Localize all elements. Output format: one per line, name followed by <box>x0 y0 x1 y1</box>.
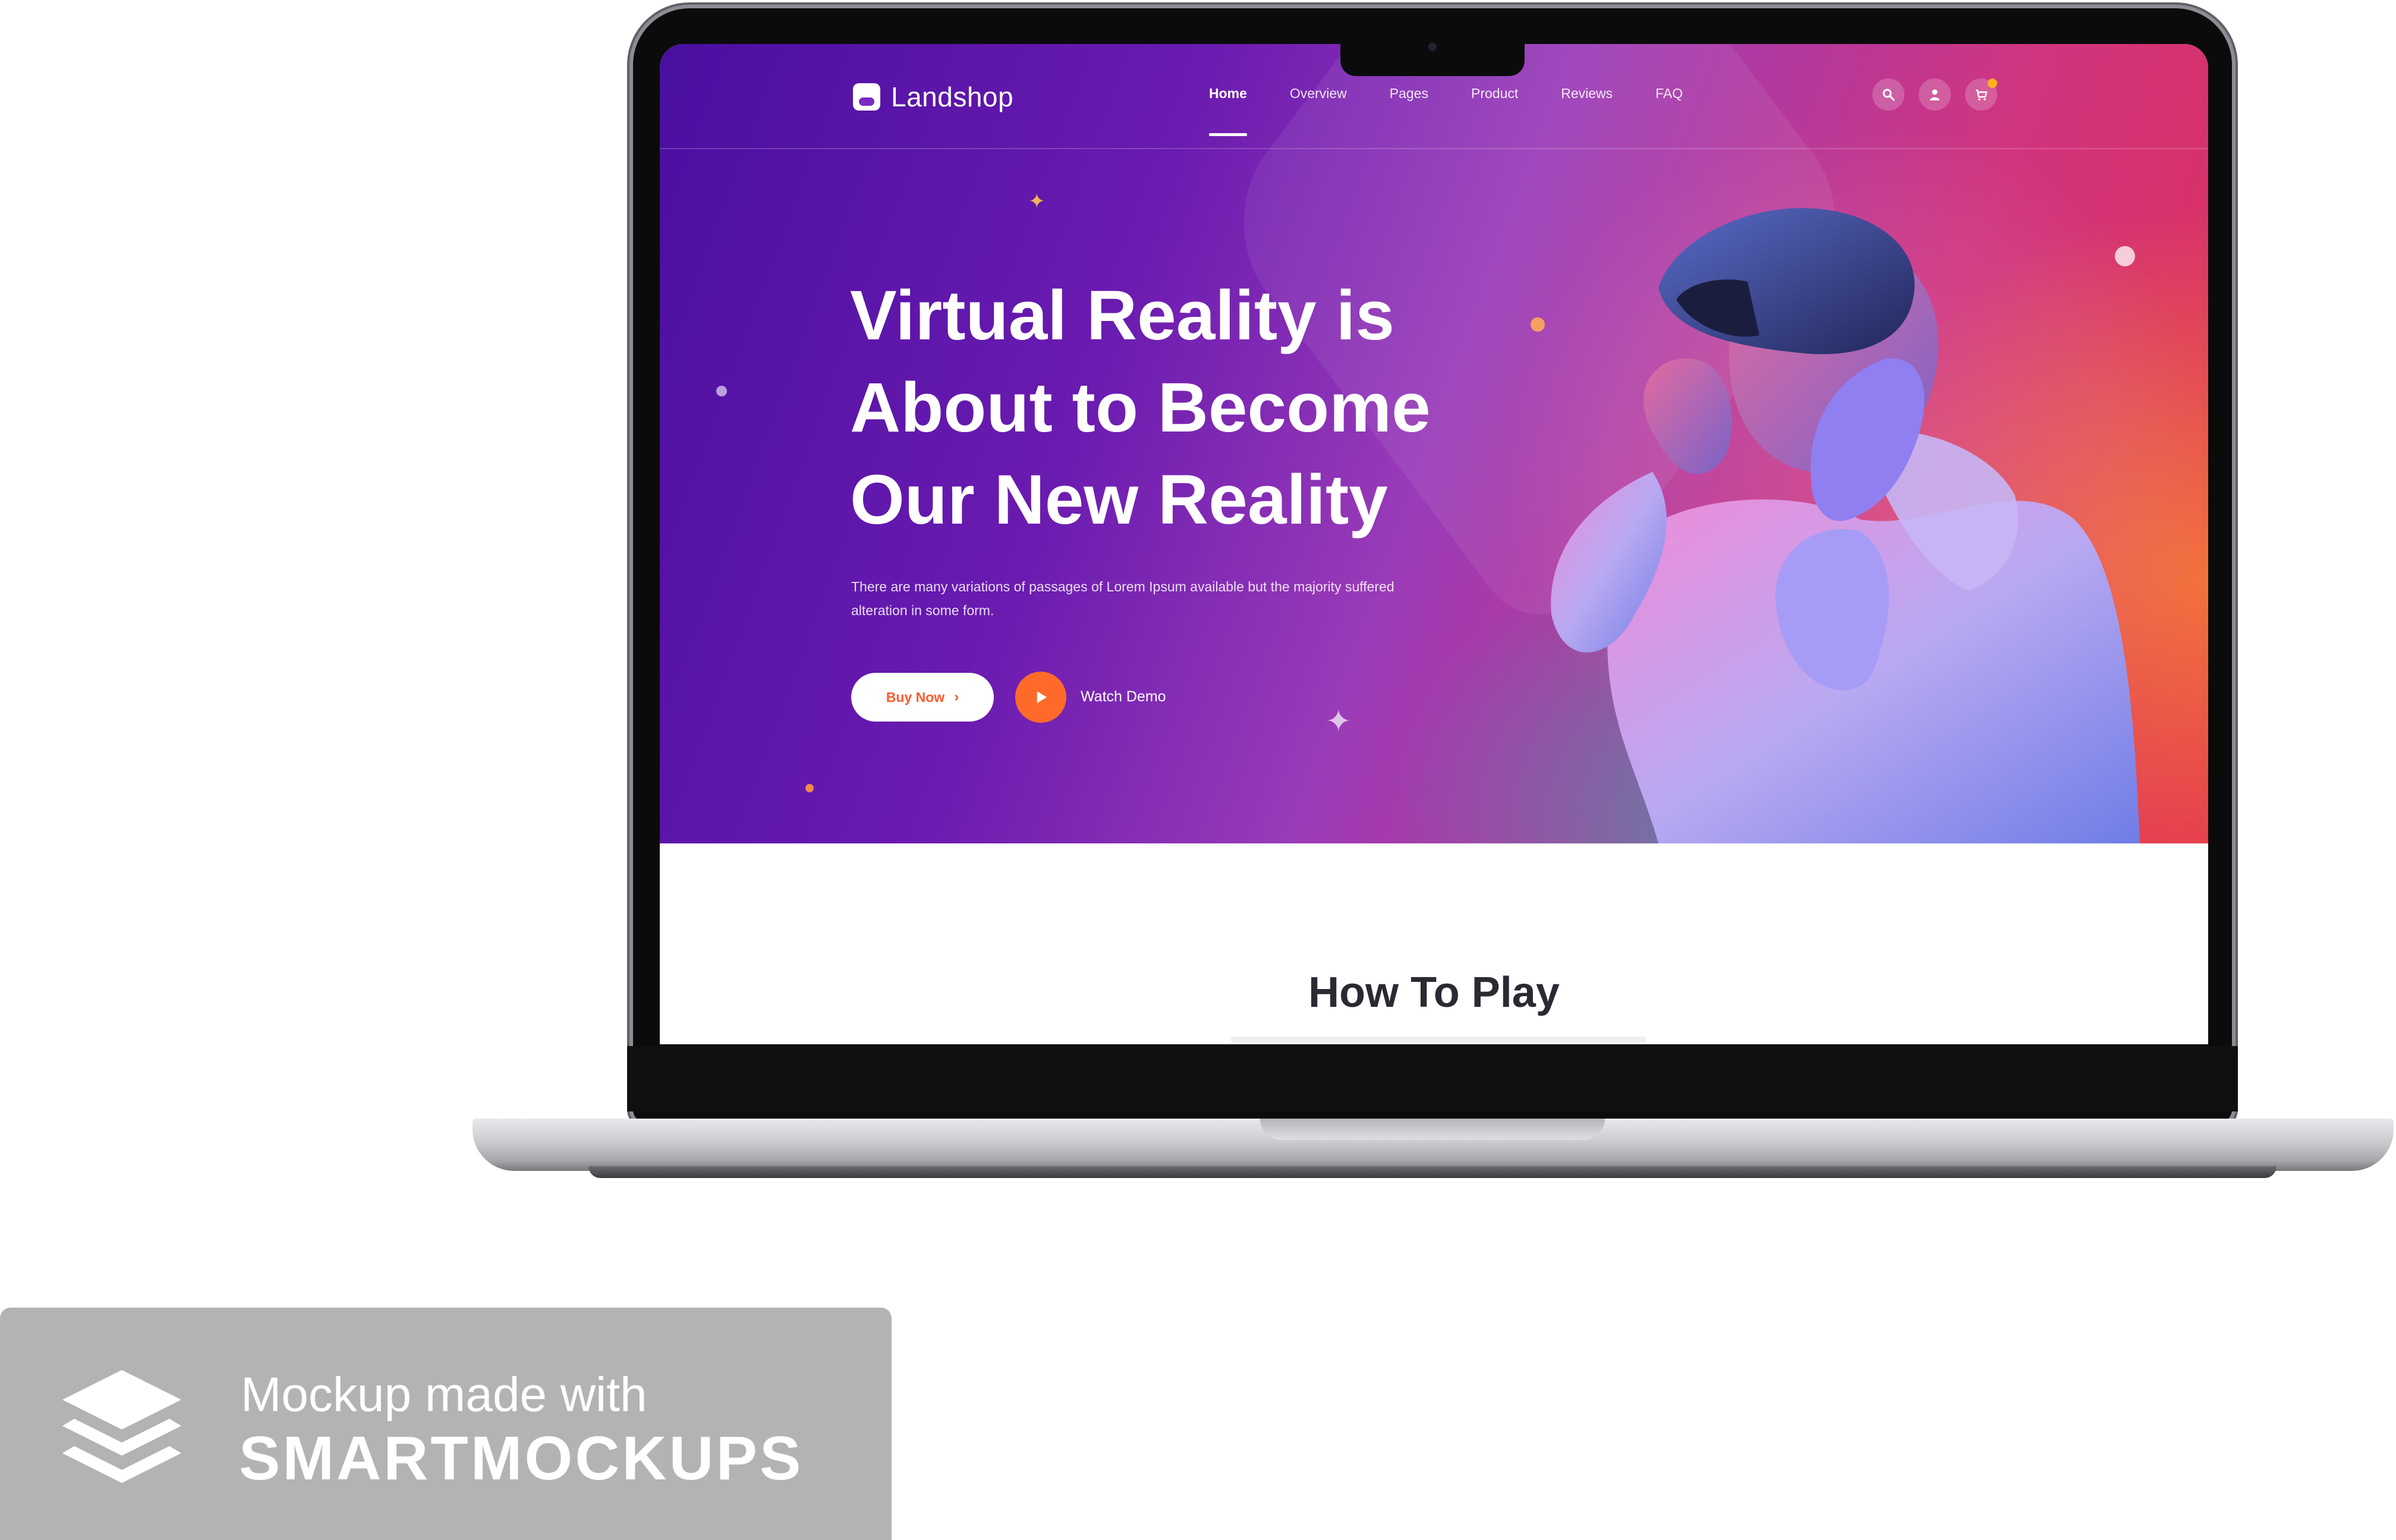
watermark-line2: SMARTMOCKUPS <box>239 1424 804 1493</box>
nav-pages[interactable]: Pages <box>1390 86 1428 102</box>
nav-overview[interactable]: Overview <box>1290 86 1347 102</box>
laptop-bezel-bottom <box>627 1046 2238 1111</box>
nav-reviews[interactable]: Reviews <box>1561 86 1613 102</box>
hero-section: Landshop Home Overview Pages Product Rev… <box>660 44 2208 843</box>
camera-icon <box>1428 43 1437 51</box>
sparkle-icon: ✦ <box>1028 190 1046 213</box>
smartmockups-watermark: Mockup made with SMARTMOCKUPS <box>0 1308 892 1540</box>
chevron-right-icon: › <box>954 689 959 705</box>
play-icon <box>1037 691 1047 703</box>
brand-logo-icon <box>853 83 880 111</box>
hero-title-line: Our New Reality <box>850 461 1388 539</box>
brand-name: Landshop <box>891 81 1014 112</box>
cart-badge <box>1988 78 1997 88</box>
nav-home[interactable]: Home <box>1209 86 1247 136</box>
buy-now-button[interactable]: Buy Now › <box>851 673 994 722</box>
main-nav: Home Overview Pages Product Reviews FAQ <box>1209 86 1726 136</box>
laptop-base-shadow <box>588 1166 2277 1178</box>
camera-notch <box>1340 23 1525 76</box>
laptop-screen: Landshop Home Overview Pages Product Rev… <box>660 44 2208 1044</box>
cart-icon <box>1976 89 1988 100</box>
account-button[interactable] <box>1919 78 1951 111</box>
nav-product[interactable]: Product <box>1471 86 1518 102</box>
decor-dot <box>716 386 727 396</box>
search-icon <box>1882 89 1895 101</box>
laptop-open-notch <box>1260 1119 1605 1140</box>
vr-person-image <box>1551 208 2140 843</box>
decor-dot <box>805 784 814 792</box>
buy-now-label: Buy Now <box>886 689 945 705</box>
search-button[interactable] <box>1872 78 1904 111</box>
hero-title: Virtual Reality is About to Become Our N… <box>850 270 1504 546</box>
nav-faq[interactable]: FAQ <box>1655 86 1683 102</box>
sparkle-icon: ✦ <box>1325 704 1352 739</box>
watch-demo-link[interactable]: Watch Demo <box>1081 688 1166 706</box>
hero-title-line: About to Become <box>850 369 1431 447</box>
hero-subtitle: There are many variations of passages of… <box>851 579 1394 618</box>
brand-logo[interactable]: Landshop <box>853 81 1013 113</box>
user-icon <box>1930 89 1940 100</box>
section-title: How To Play <box>1308 969 1560 1016</box>
section-subtitle-placeholder <box>1230 1037 1646 1043</box>
play-button[interactable] <box>1015 672 1066 723</box>
cart-button[interactable] <box>1965 78 1997 111</box>
watermark-line1: Mockup made with <box>241 1368 647 1422</box>
hero-title-line: Virtual Reality is <box>850 276 1394 355</box>
header-actions <box>1872 78 2011 111</box>
layers-icon <box>62 1370 181 1483</box>
